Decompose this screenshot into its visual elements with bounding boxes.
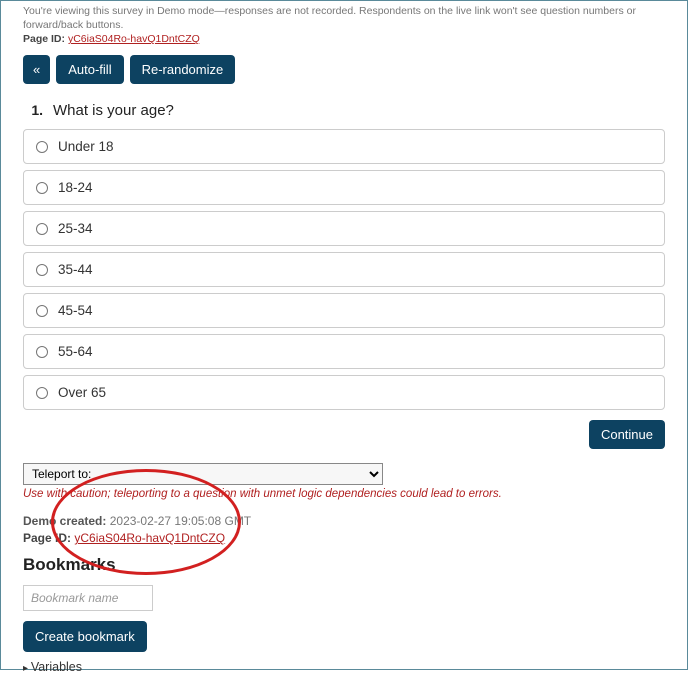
option-radio[interactable] xyxy=(36,223,48,235)
bookmarks-heading: Bookmarks xyxy=(23,555,665,575)
create-bookmark-button[interactable]: Create bookmark xyxy=(23,621,147,652)
option-radio[interactable] xyxy=(36,305,48,317)
option-label: 18-24 xyxy=(58,180,93,195)
option-row[interactable]: Over 65 xyxy=(23,375,665,410)
demo-mode-notice: You're viewing this survey in Demo mode—… xyxy=(23,5,665,32)
continue-button[interactable]: Continue xyxy=(589,420,665,449)
option-label: 55-64 xyxy=(58,344,93,359)
option-label: 25-34 xyxy=(58,221,93,236)
option-row[interactable]: 18-24 xyxy=(23,170,665,205)
bookmark-name-input[interactable] xyxy=(23,585,153,611)
question-text: What is your age? xyxy=(53,102,174,119)
page-id-label: Page ID: xyxy=(23,33,65,45)
option-label: Under 18 xyxy=(58,139,114,154)
teleport-select[interactable]: Teleport to: xyxy=(23,463,383,485)
rerandomize-button[interactable]: Re-randomize xyxy=(130,55,236,84)
variables-toggle[interactable]: Variables xyxy=(23,660,665,674)
option-row[interactable]: 45-54 xyxy=(23,293,665,328)
option-radio[interactable] xyxy=(36,182,48,194)
option-radio[interactable] xyxy=(36,141,48,153)
option-row[interactable]: 25-34 xyxy=(23,211,665,246)
back-button[interactable]: « xyxy=(23,55,50,84)
options-list: Under 18 18-24 25-34 35-44 45-54 55-64 Over 65 xyxy=(23,129,665,410)
option-row[interactable]: 35-44 xyxy=(23,252,665,287)
option-label: 35-44 xyxy=(58,262,93,277)
page-id-link-bottom[interactable]: yC6iaS04Ro-havQ1DntCZQ xyxy=(74,531,225,545)
demo-created-value: 2023-02-27 19:05:08 GMT xyxy=(110,514,251,528)
option-label: Over 65 xyxy=(58,385,106,400)
option-row[interactable]: Under 18 xyxy=(23,129,665,164)
autofill-button[interactable]: Auto-fill xyxy=(56,55,123,84)
option-radio[interactable] xyxy=(36,264,48,276)
option-row[interactable]: 55-64 xyxy=(23,334,665,369)
page-id-label-bottom: Page ID: xyxy=(23,531,71,545)
option-radio[interactable] xyxy=(36,346,48,358)
teleport-caution: Use with caution; teleporting to a quest… xyxy=(23,488,665,500)
page-id-bottom: Page ID: yC6iaS04Ro-havQ1DntCZQ xyxy=(23,531,665,545)
option-label: 45-54 xyxy=(58,303,93,318)
question-number: 1. xyxy=(23,102,43,118)
demo-created-label: Demo created: xyxy=(23,514,106,528)
demo-created: Demo created: 2023-02-27 19:05:08 GMT xyxy=(23,514,665,528)
page-id-top: Page ID: yC6iaS04Ro-havQ1DntCZQ xyxy=(23,33,665,45)
page-id-link-top[interactable]: yC6iaS04Ro-havQ1DntCZQ xyxy=(68,33,200,45)
option-radio[interactable] xyxy=(36,387,48,399)
